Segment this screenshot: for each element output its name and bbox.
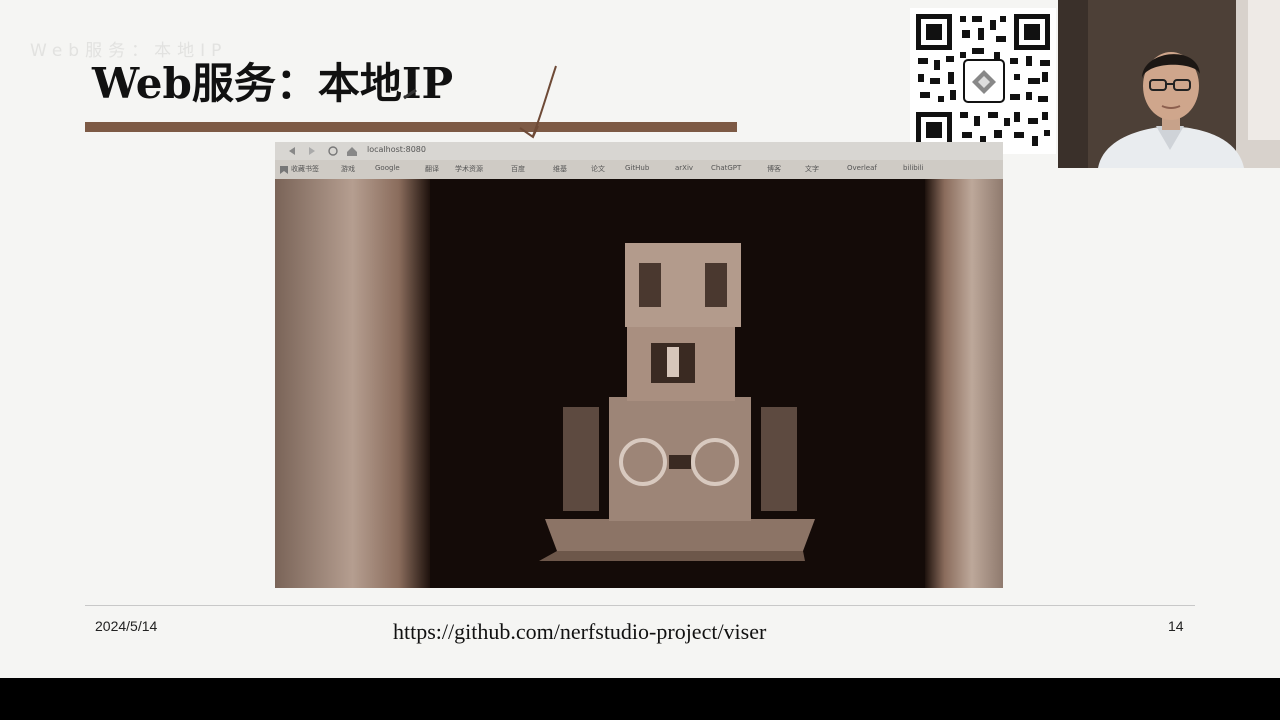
- bookmark-item[interactable]: 翻译: [425, 164, 439, 174]
- bookmark-item[interactable]: bilibili: [903, 164, 924, 172]
- bookmark-icon: [280, 166, 288, 174]
- back-icon[interactable]: [289, 147, 295, 155]
- viser-3d-viewport[interactable]: [275, 179, 1003, 588]
- bookmark-item[interactable]: ChatGPT: [711, 164, 741, 172]
- browser-toolbar: localhost:8080: [275, 142, 1003, 160]
- browser-screenshot: localhost:8080 收藏书签 游戏 Google 翻译 学术资源 百度…: [275, 142, 1003, 588]
- forward-icon[interactable]: [309, 147, 315, 155]
- bookmark-item[interactable]: GitHub: [625, 164, 649, 172]
- qr-code-icon: [910, 8, 1056, 154]
- bookmark-item[interactable]: 游戏: [341, 164, 355, 174]
- bookmark-item[interactable]: 维基: [553, 164, 567, 174]
- bookmark-item[interactable]: Google: [375, 164, 400, 172]
- bookmark-item[interactable]: 百度: [511, 164, 525, 174]
- slide: Web服务：本地IP Web服务：本地IP localhost:8080 收藏书…: [0, 0, 1280, 678]
- bookmark-item[interactable]: arXiv: [675, 164, 693, 172]
- bookmarks-bar: 收藏书签 游戏 Google 翻译 学术资源 百度 维基 论文 GitHub a…: [275, 160, 1003, 179]
- reload-icon[interactable]: [328, 146, 338, 156]
- presenter-video: [1058, 0, 1280, 168]
- bookmark-item[interactable]: 学术资源: [455, 164, 483, 174]
- footer-date: 2024/5/14: [95, 618, 158, 634]
- page-number: 14: [1168, 618, 1184, 634]
- footer-divider: [85, 605, 1195, 606]
- webcam-overlay: [1058, 0, 1280, 168]
- home-icon[interactable]: [347, 147, 357, 156]
- bookmark-item[interactable]: Overleaf: [847, 164, 877, 172]
- url-bar[interactable]: localhost:8080: [367, 145, 426, 154]
- bookmark-item[interactable]: 收藏书签: [291, 164, 319, 174]
- lego-scene-render: [275, 179, 1003, 588]
- qr-code: [910, 8, 1056, 154]
- bookmark-item[interactable]: 论文: [591, 164, 605, 174]
- bookmark-item[interactable]: 文字: [805, 164, 819, 174]
- footer-link[interactable]: https://github.com/nerfstudio-project/vi…: [393, 619, 766, 645]
- bookmark-item[interactable]: 博客: [767, 164, 781, 174]
